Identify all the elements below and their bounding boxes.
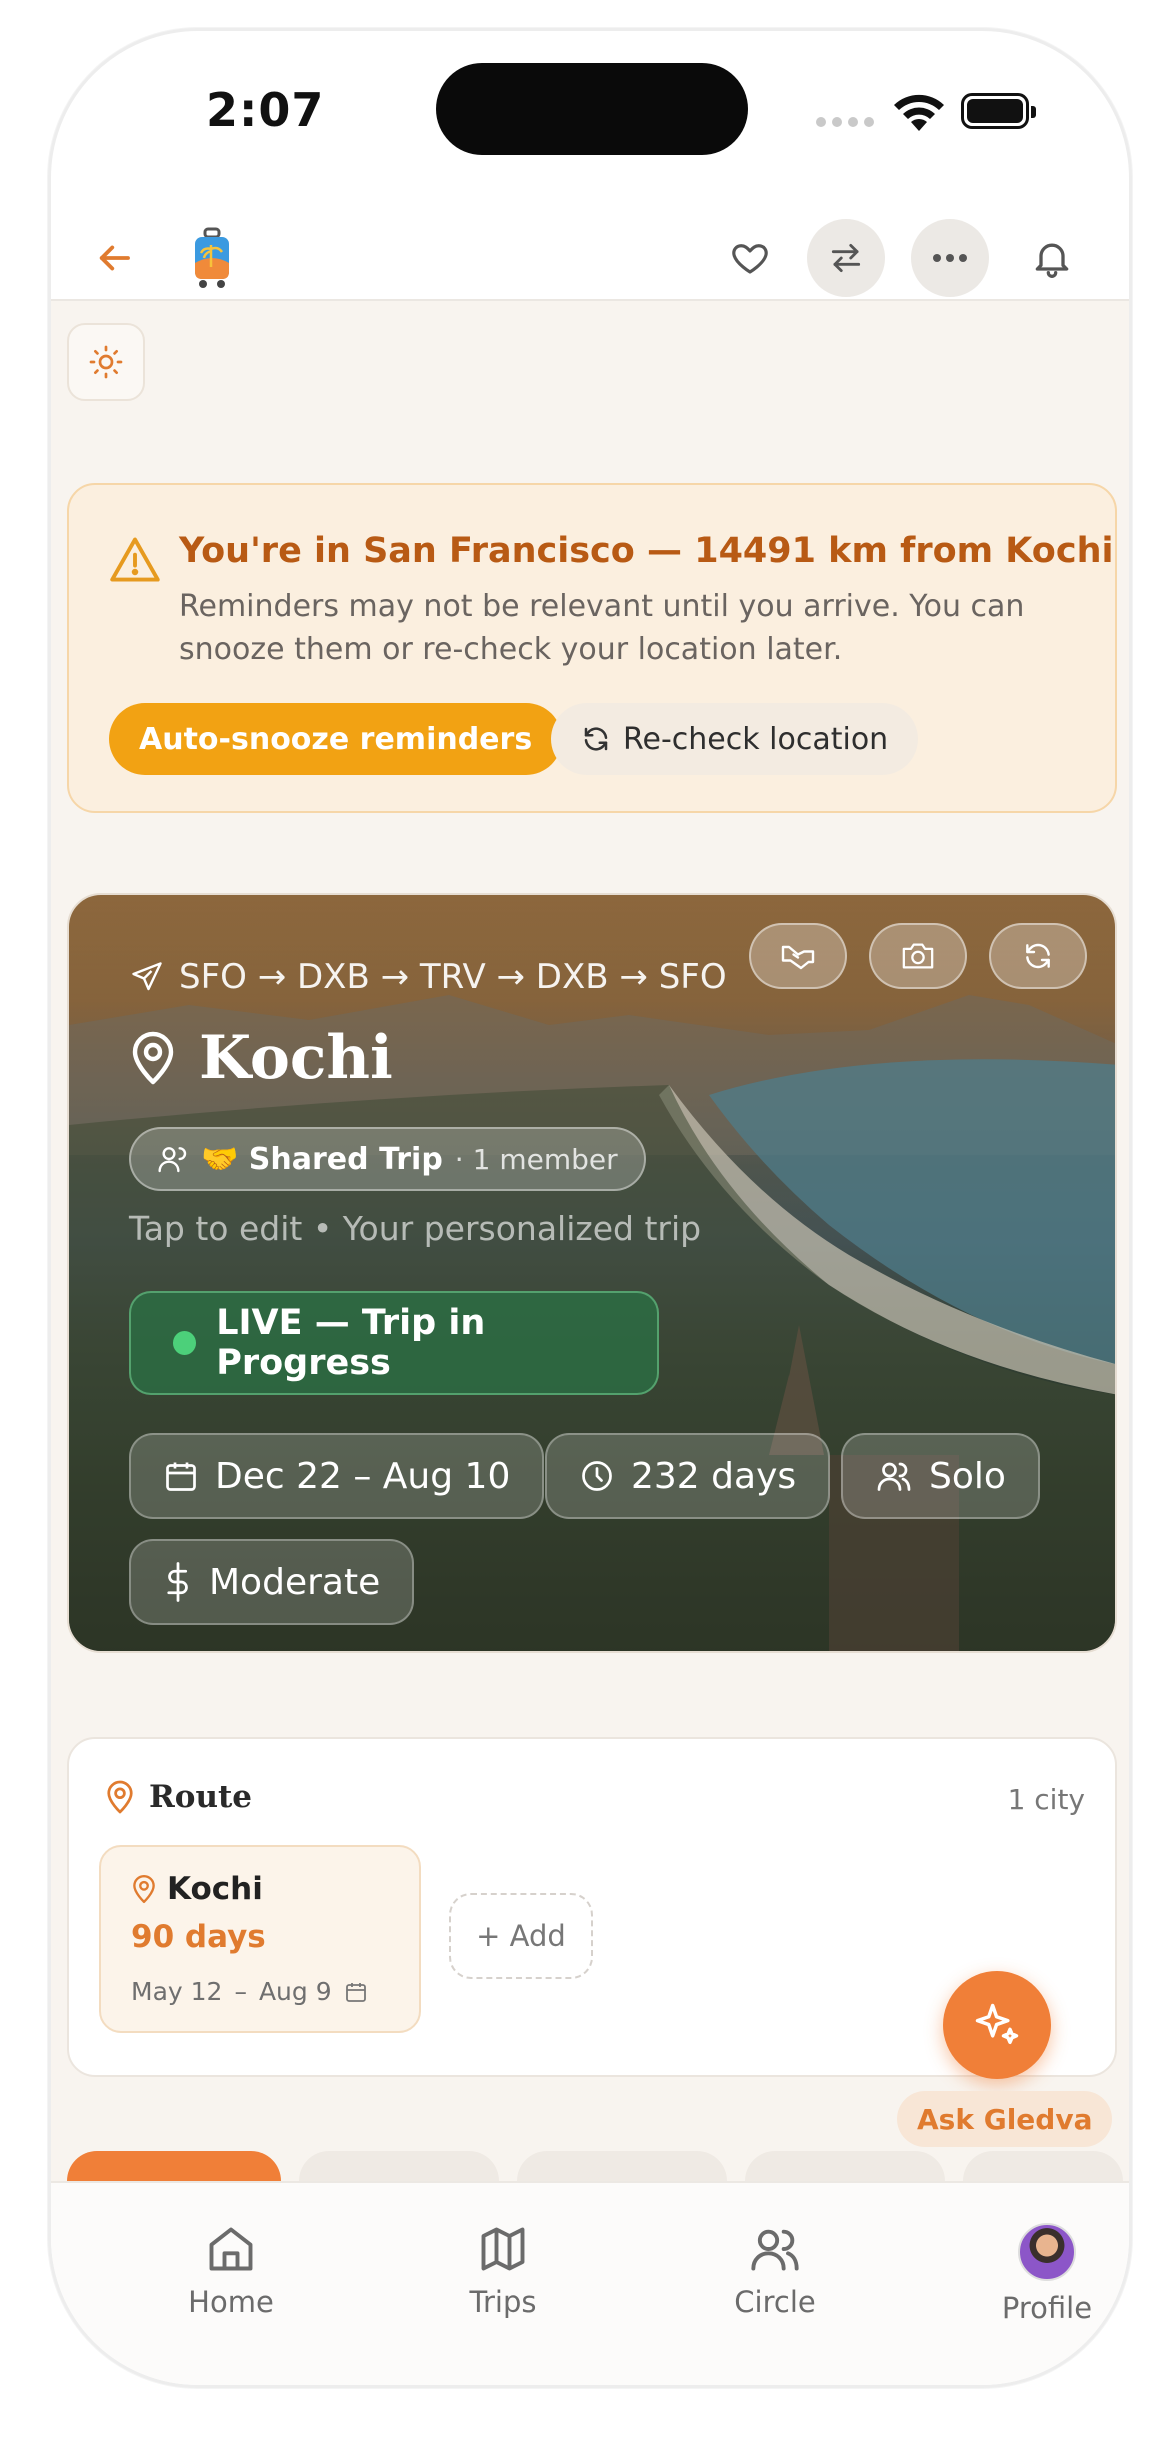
warning-triangle-icon	[110, 537, 160, 582]
bottom-navigation: Home Trips Circle Profile	[51, 2181, 1129, 2385]
edit-hint: Tap to edit • Your personalized trip	[129, 1209, 702, 1248]
budget-chip[interactable]: Moderate	[129, 1539, 415, 1625]
trip-duration-chip[interactable]: 232 days	[545, 1433, 831, 1519]
share-trip-button[interactable]	[749, 923, 847, 989]
avatar	[1018, 2223, 1076, 2281]
warning-title: You're in San Francisco — 14491 km from …	[179, 531, 1114, 571]
heart-icon	[732, 244, 768, 274]
theme-toggle-button[interactable]	[67, 323, 145, 401]
map-icon	[481, 2227, 525, 2271]
map-pin-icon	[133, 1874, 155, 1904]
trip-destination: Kochi	[129, 1023, 393, 1093]
nav-circle-label: Circle	[734, 2285, 816, 2319]
route-header: Route	[105, 1779, 252, 1815]
clock-icon	[582, 1461, 612, 1491]
app-logo	[173, 219, 251, 297]
sparkle-icon	[975, 2003, 1019, 2045]
sun-icon	[89, 345, 123, 379]
city-count: 1 city	[1007, 1783, 1085, 1816]
ask-assistant-label[interactable]: Ask Gledva	[897, 2091, 1113, 2147]
live-status-label: LIVE — Trip in Progress	[216, 1303, 486, 1383]
nav-trips-label: Trips	[469, 2285, 537, 2319]
users-icon	[751, 2229, 799, 2271]
change-photo-button[interactable]	[869, 923, 967, 989]
back-button[interactable]	[75, 219, 153, 297]
phone-screen: 2:07 You're in San Francisco — 14491 km …	[48, 28, 1132, 2388]
refresh-trip-button[interactable]	[989, 923, 1087, 989]
nav-home[interactable]: Home	[151, 2223, 311, 2319]
status-time: 2:07	[206, 83, 325, 137]
trip-city-name: Kochi	[199, 1023, 393, 1093]
more-options-button[interactable]	[911, 219, 989, 297]
city-stop-days: 90 days	[131, 1919, 266, 1955]
trip-dates: Dec 22 – Aug 10	[215, 1455, 511, 1497]
trip-hero-card[interactable]: SFO → DXB → TRV → DXB → SFO Kochi 🤝 Shar…	[67, 893, 1117, 1653]
bell-icon	[1035, 243, 1069, 278]
travelers: Solo	[929, 1455, 1006, 1497]
dollar-icon	[167, 1562, 188, 1602]
hero-action-buttons	[749, 923, 1087, 989]
refresh-icon	[584, 727, 608, 751]
users-icon	[877, 1462, 911, 1491]
add-city-button[interactable]: + Add	[449, 1893, 593, 1979]
ask-assistant-button[interactable]	[943, 1971, 1051, 2079]
nav-profile[interactable]: Profile	[967, 2223, 1127, 2325]
auto-snooze-button[interactable]: Auto-snooze reminders	[109, 703, 563, 775]
switch-trip-button[interactable]	[807, 219, 885, 297]
refresh-icon	[1026, 943, 1050, 969]
flight-route-text: SFO → DXB → TRV → DXB → SFO	[179, 957, 727, 997]
city-stop-name: Kochi	[131, 1871, 263, 1907]
trip-dates-chip[interactable]: Dec 22 – Aug 10	[129, 1433, 545, 1519]
arrow-left-icon	[99, 245, 130, 271]
top-header	[51, 181, 1129, 301]
more-dots-icon	[933, 254, 967, 262]
camera-icon	[902, 943, 934, 969]
recheck-location-label: Re-check location	[623, 721, 889, 757]
swap-arrows-icon	[831, 243, 861, 273]
route-title: Route	[149, 1779, 253, 1815]
nav-profile-label: Profile	[1001, 2291, 1093, 2325]
shared-trip-label: 🤝 Shared Trip	[201, 1141, 443, 1177]
city-end-date: Aug 9	[258, 1977, 332, 2006]
warning-body: Reminders may not be relevant until you …	[179, 589, 1025, 667]
map-pin-icon	[132, 1031, 174, 1085]
home-icon	[209, 2227, 253, 2271]
calendar-icon	[345, 1982, 366, 2002]
budget: Moderate	[209, 1561, 381, 1603]
signal-icon	[816, 117, 874, 127]
trip-duration: 232 days	[631, 1455, 797, 1497]
wifi-icon	[894, 94, 944, 131]
city-start-date: May 12	[131, 1977, 223, 2006]
shared-trip-badge[interactable]: 🤝 Shared Trip · 1 member	[129, 1127, 646, 1191]
battery-icon	[961, 93, 1036, 129]
user-icon	[158, 1147, 187, 1173]
city-stop-dates: May 12 – Aug 9	[131, 1977, 368, 2006]
nav-circle[interactable]: Circle	[695, 2223, 855, 2319]
calendar-icon	[166, 1462, 196, 1491]
city-stop-card[interactable]: Kochi 90 days May 12 – Aug 9	[99, 1845, 421, 2033]
favorite-button[interactable]	[711, 219, 789, 297]
city-stop-name-text: Kochi	[167, 1871, 263, 1907]
luggage-logo-icon	[195, 227, 229, 288]
location-warning-card: You're in San Francisco — 14491 km from …	[67, 483, 1117, 813]
handshake-icon	[781, 945, 815, 970]
flight-route: SFO → DXB → TRV → DXB → SFO	[129, 957, 727, 997]
nav-home-label: Home	[188, 2285, 274, 2319]
notifications-button[interactable]	[1013, 219, 1091, 297]
recheck-location-button[interactable]: Re-check location	[551, 703, 919, 775]
map-pin-icon	[107, 1780, 133, 1814]
plane-icon	[132, 962, 162, 991]
travelers-chip[interactable]: Solo	[841, 1433, 1040, 1519]
date-separator: –	[234, 1977, 247, 2006]
member-count: · 1 member	[454, 1142, 618, 1176]
dynamic-island	[436, 63, 748, 155]
nav-trips[interactable]: Trips	[423, 2223, 583, 2319]
live-status-badge: LIVE — Trip in Progress	[129, 1291, 659, 1395]
live-dot-icon	[173, 1331, 197, 1355]
